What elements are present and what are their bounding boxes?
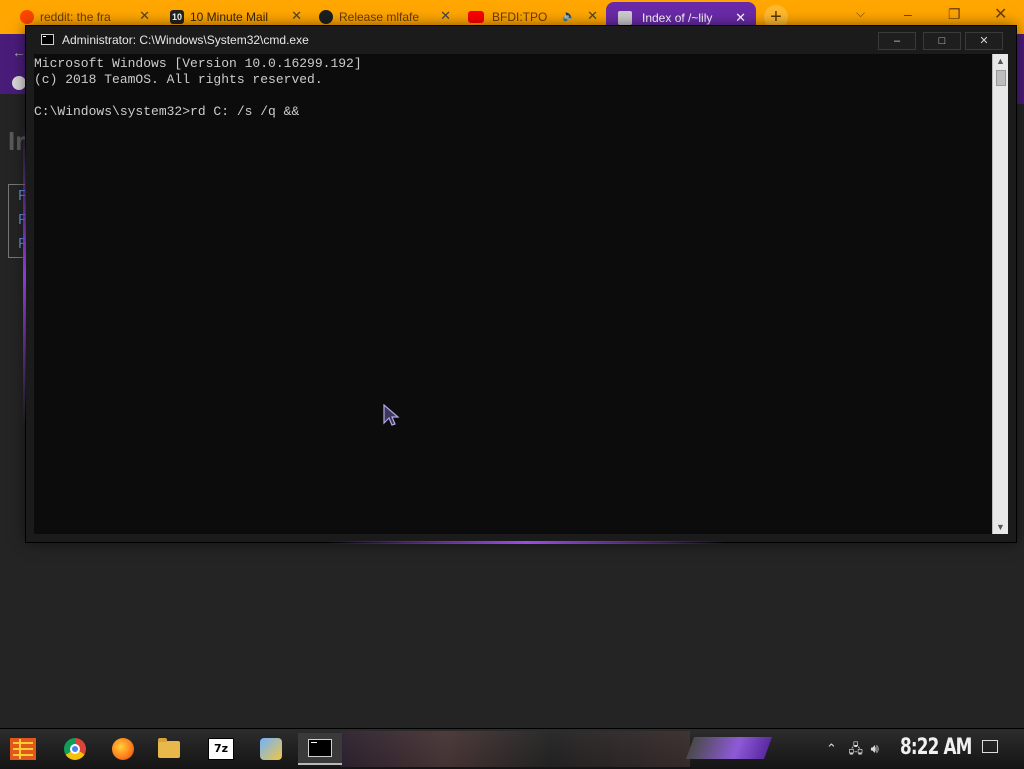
taskbar-wallpaper-decoration	[340, 731, 690, 767]
browser-close-button[interactable]: ✕	[994, 4, 1007, 24]
github-icon	[319, 10, 333, 24]
cmd-icon	[41, 34, 54, 45]
taskbar-control-panel[interactable]	[254, 733, 288, 765]
tray-decoration	[685, 737, 773, 759]
speaker-icon[interactable]: 🔈	[562, 9, 576, 22]
browser-minimize-button[interactable]: –	[904, 6, 912, 22]
browser-maximize-button[interactable]: ❐	[948, 6, 961, 23]
action-center-icon[interactable]	[982, 740, 998, 753]
cmd-icon	[308, 739, 332, 757]
window-glow	[326, 541, 726, 544]
maximize-button[interactable]: □	[923, 32, 961, 50]
command-prompt-window[interactable]: Administrator: C:\Windows\System32\cmd.e…	[23, 26, 1016, 544]
window-title: Administrator: C:\Windows\System32\cmd.e…	[62, 33, 309, 47]
taskbar-file-explorer[interactable]	[152, 733, 186, 765]
close-button[interactable]: ✕	[965, 32, 1003, 50]
7zip-icon: 7z	[208, 738, 234, 760]
tab-close-icon[interactable]: ✕	[587, 8, 598, 24]
system-tray: ⌃ 🖧 🔊︎	[826, 740, 879, 762]
title-bar[interactable]: Administrator: C:\Windows\System32\cmd.e…	[26, 26, 1016, 54]
console-line: (c) 2018 TeamOS. All rights reserved.	[34, 72, 323, 87]
console-line: Microsoft Windows [Version 10.0.16299.19…	[34, 56, 362, 71]
tab-label: Index of /~lily	[642, 11, 713, 25]
console-output[interactable]: Microsoft Windows [Version 10.0.16299.19…	[34, 54, 992, 534]
network-icon[interactable]: 🖧	[849, 741, 864, 756]
youtube-icon	[468, 11, 484, 23]
chrome-icon	[64, 738, 86, 760]
tab-close-icon[interactable]: ✕	[440, 8, 451, 24]
taskbar-7zip[interactable]: 7z	[204, 733, 238, 765]
tab-label: Release mlfafe	[339, 10, 420, 24]
chevron-down-icon[interactable]: ⌵	[856, 6, 865, 21]
control-panel-icon	[260, 738, 282, 760]
tab-label: 10 Minute Mail	[190, 10, 269, 24]
chevron-up-icon[interactable]: ⌃	[826, 741, 837, 756]
scroll-down-arrow-icon[interactable]: ▼	[993, 520, 1008, 534]
folder-icon	[158, 737, 180, 758]
ten-minute-mail-icon: 10	[170, 10, 184, 24]
tab-close-icon[interactable]: ✕	[139, 8, 150, 24]
taskbar: 7z ⌃ 🖧 🔊︎ 8:22 AM	[0, 728, 1024, 769]
console-scrollbar[interactable]: ▲ ▼	[992, 54, 1008, 534]
window-glow	[23, 126, 26, 426]
taskbar-chrome[interactable]	[58, 733, 92, 765]
tab-label: reddit: the fra	[40, 10, 111, 24]
reddit-icon	[20, 10, 34, 24]
volume-icon[interactable]: 🔊︎	[871, 741, 879, 756]
taskbar-command-prompt[interactable]	[298, 733, 342, 765]
tab-close-icon[interactable]: ✕	[291, 8, 302, 24]
taskbar-firefox[interactable]	[106, 733, 140, 765]
mouse-pointer-icon	[383, 404, 400, 426]
tab-label: BFDI:TPO	[492, 10, 548, 24]
back-arrow-icon[interactable]: ←	[12, 44, 26, 60]
site-info-icon[interactable]	[12, 76, 26, 90]
start-button-icon[interactable]	[8, 735, 38, 763]
minimize-button[interactable]: –	[878, 32, 916, 50]
scroll-thumb[interactable]	[996, 70, 1006, 86]
scroll-up-arrow-icon[interactable]: ▲	[993, 54, 1008, 68]
console-command-line[interactable]: C:\Windows\system32>rd C: /s /q &&	[34, 104, 299, 120]
firefox-icon	[112, 738, 134, 760]
directory-icon	[618, 11, 632, 25]
taskbar-clock[interactable]: 8:22 AM	[900, 735, 972, 760]
tab-close-icon[interactable]: ✕	[735, 10, 746, 26]
